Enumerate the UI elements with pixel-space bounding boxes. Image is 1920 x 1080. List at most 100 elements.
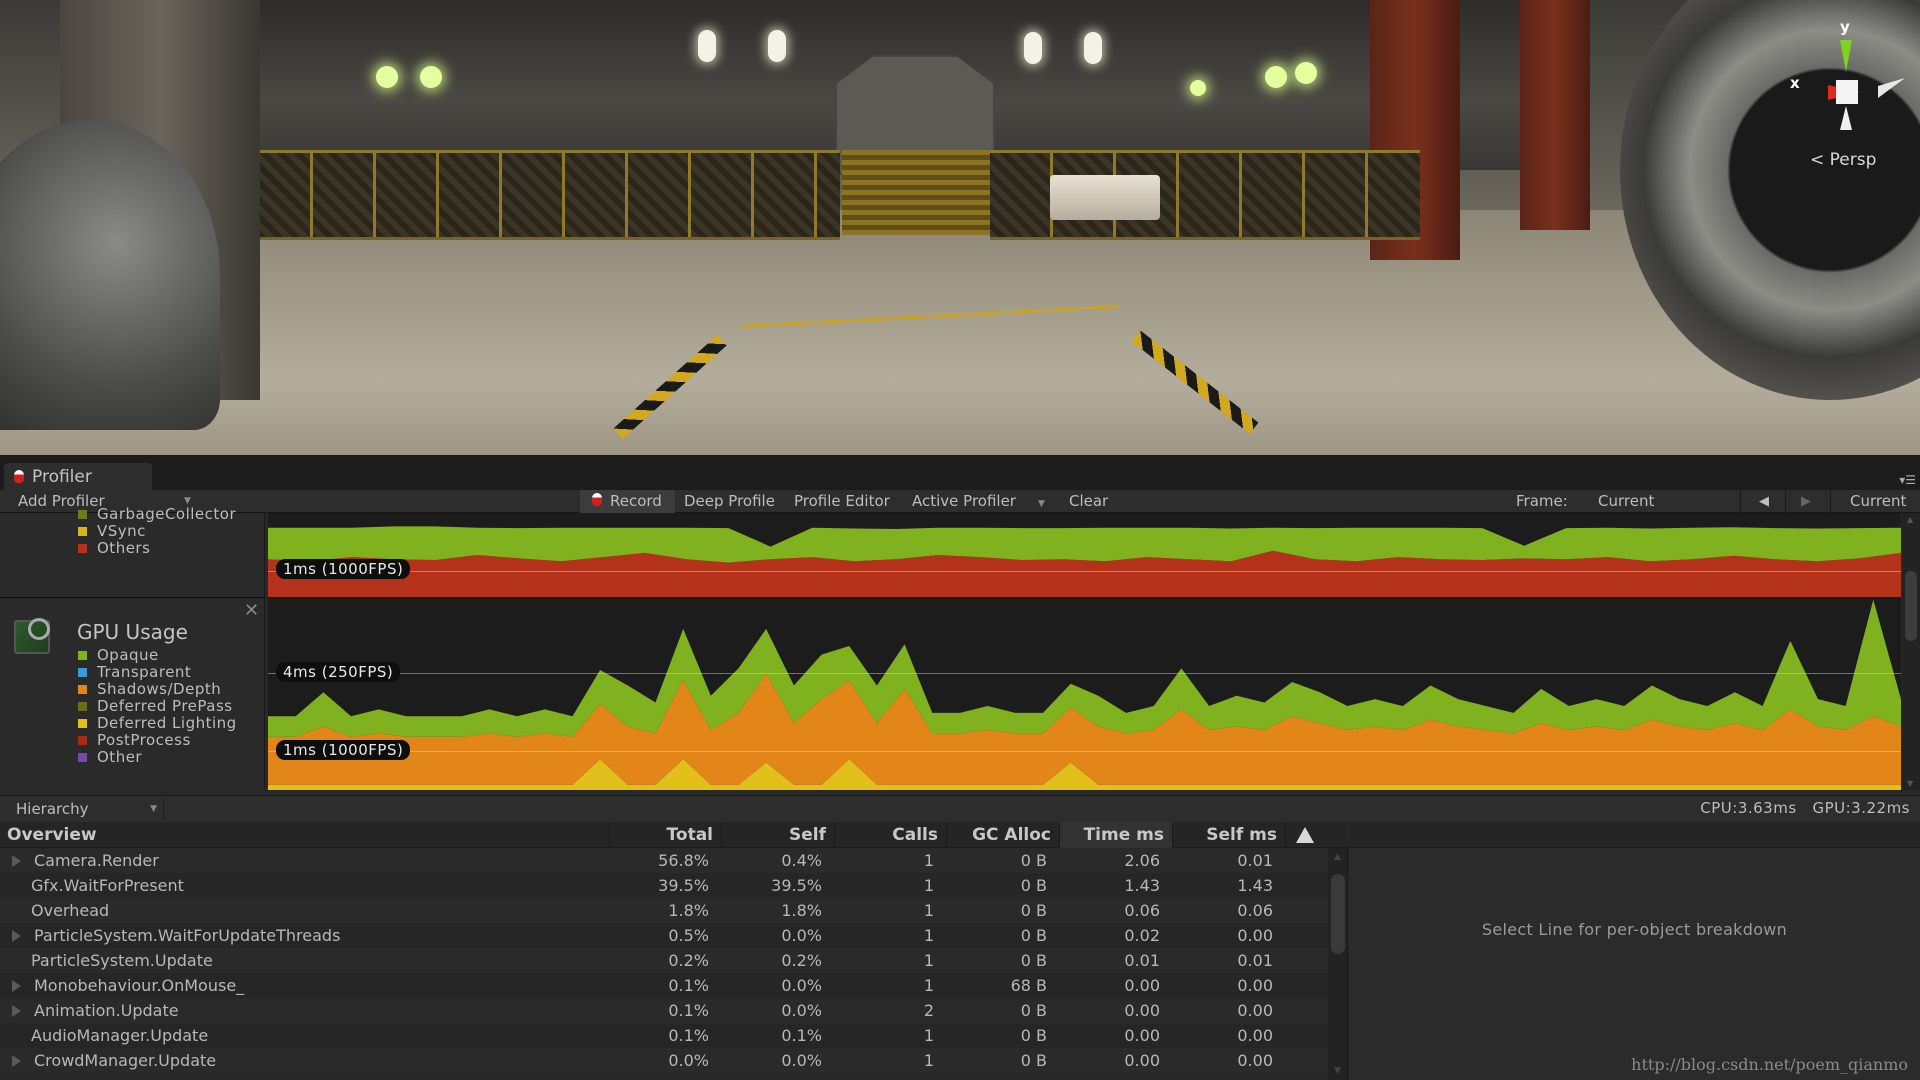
scene-wall-lamp [768, 30, 786, 62]
legend-item[interactable]: Other [78, 748, 142, 766]
cell-calls: 1 [923, 851, 934, 870]
table-row[interactable]: Overhead 1.8% 1.8% 1 0 B 0.06 0.06 [0, 898, 1328, 923]
light-gizmo-icon[interactable] [1265, 66, 1287, 88]
column-header-calls[interactable]: Calls [835, 822, 947, 848]
cpu-usage-legend[interactable]: GarbageCollector VSync Others [0, 505, 265, 597]
legend-item[interactable]: Transparent [78, 663, 191, 681]
scroll-up-icon[interactable]: ▲ [1334, 852, 1341, 862]
scroll-up-icon[interactable]: ▲ [1907, 515, 1913, 524]
sort-direction-icon[interactable] [1296, 827, 1314, 843]
legend-label: Deferred Lighting [97, 714, 237, 732]
cell-self-ms: 0.00 [1237, 1001, 1273, 1020]
column-header-self-ms[interactable]: Self ms [1173, 822, 1286, 848]
legend-swatch [78, 509, 87, 519]
scrollbar-thumb[interactable] [1905, 571, 1917, 641]
cell-gc-alloc: 0 B [1020, 1051, 1047, 1070]
panel-menu-icon[interactable]: ▾☰ [1899, 473, 1916, 487]
table-row[interactable]: ParticleSystem.WaitForUpdateThreads 0.5% 0… [0, 923, 1328, 948]
cell-time-ms: 0.02 [1124, 926, 1160, 945]
cell-self-ms: 0.06 [1237, 901, 1273, 920]
row-name: CrowdManager.Update [34, 1051, 217, 1070]
expand-arrow-icon[interactable] [12, 1005, 21, 1017]
view-mode-dropdown[interactable]: Hierarchy ▼ [6, 798, 164, 821]
light-gizmo-icon[interactable] [1295, 62, 1317, 84]
gizmo-center-cube [1836, 80, 1858, 104]
active-profiler-dropdown[interactable]: Active Profiler ▼ [908, 490, 1049, 513]
light-gizmo-icon[interactable] [376, 66, 398, 88]
legend-swatch [78, 543, 87, 553]
cell-calls: 1 [923, 976, 934, 995]
column-header-total[interactable]: Total [610, 822, 722, 848]
column-header-overview[interactable]: Overview [0, 822, 610, 848]
projection-label: Persp [1829, 150, 1877, 170]
scene-red-pillar [1520, 0, 1590, 230]
profiler-toolbar: Add Profiler ▼ Record Deep Profile Profi… [0, 490, 1920, 513]
scrollbar-thumb[interactable] [1331, 874, 1345, 954]
arrow-right-icon: ▶ [1801, 494, 1811, 509]
table-row[interactable]: ParticleSystem.Update 0.2% 0.2% 1 0 B 0.01 0.0… [0, 948, 1328, 973]
legend-item[interactable]: Shadows/Depth [78, 680, 221, 698]
legend-item[interactable]: Deferred Lighting [78, 714, 237, 732]
table-row[interactable]: Camera.Render 56.8% 0.4% 1 0 B 2.06 0.01 [0, 848, 1328, 873]
cell-self-ms: 0.01 [1237, 951, 1273, 970]
legend-item[interactable]: Deferred PrePass [78, 697, 233, 715]
column-header-time-ms[interactable]: Time ms [1060, 822, 1173, 848]
table-row[interactable]: Gfx.WaitForPresent 39.5% 39.5% 1 0 B 1.43 1.43 [0, 873, 1328, 898]
toolbar-divider [1785, 490, 1786, 513]
legend-item[interactable]: GarbageCollector [78, 505, 236, 523]
tab-profiler[interactable]: Profiler [4, 463, 152, 490]
column-header-gc-alloc[interactable]: GC Alloc [947, 822, 1060, 848]
axis-gizmo-icon[interactable] [1790, 10, 1910, 150]
legend-label: Deferred PrePass [97, 697, 233, 715]
current-frame-button[interactable]: Current [1846, 490, 1910, 513]
scene-stairs [842, 150, 990, 235]
deep-profile-toggle[interactable]: Deep Profile [680, 490, 779, 513]
projection-toggle[interactable]: < Persp [1810, 150, 1876, 170]
view-mode-label: Hierarchy [16, 800, 89, 818]
light-gizmo-icon[interactable] [420, 66, 442, 88]
column-header-self[interactable]: Self [722, 822, 835, 848]
scene-wall-lamp [1084, 32, 1102, 64]
cell-calls: 1 [923, 1051, 934, 1070]
legend-item[interactable]: VSync [78, 522, 146, 540]
previous-frame-button[interactable]: ◀ [1755, 490, 1773, 513]
light-gizmo-icon[interactable] [1190, 80, 1206, 96]
expand-arrow-icon[interactable] [12, 855, 21, 867]
cpu-usage-chart[interactable]: 1ms (1000FPS) [268, 513, 1901, 597]
legend-item[interactable]: PostProcess [78, 731, 191, 749]
profiler-table-body: Camera.Render 56.8% 0.4% 1 0 B 2.06 0.01 Gfx.Wa… [0, 848, 1328, 1080]
legend-item[interactable]: Opaque [78, 646, 159, 664]
gpu-usage-title: GPU Usage [77, 620, 188, 644]
gpu-usage-legend[interactable]: GPU Usage ✕ Opaque Transparent Shadows/D… [0, 597, 265, 790]
expand-arrow-icon[interactable] [12, 1055, 21, 1067]
next-frame-button[interactable]: ▶ [1797, 490, 1815, 513]
table-scrollbar[interactable]: ▲ ▼ [1328, 848, 1348, 1080]
clear-button[interactable]: Clear [1065, 490, 1112, 513]
scroll-down-icon[interactable]: ▼ [1907, 779, 1913, 788]
legend-item[interactable]: Others [78, 539, 150, 557]
cell-self-ms: 1.43 [1237, 876, 1273, 895]
table-row[interactable]: AudioManager.Update 0.1% 0.1% 1 0 B 0.00 0.00 [0, 1023, 1328, 1048]
table-row[interactable]: Animation.Update 0.1% 0.0% 2 0 B 0.00 0.00 [0, 998, 1328, 1023]
expand-arrow-icon[interactable] [12, 980, 21, 992]
orientation-gizmo[interactable]: y x < Persp [1790, 10, 1910, 170]
profile-editor-toggle[interactable]: Profile Editor [790, 490, 894, 513]
cell-calls: 1 [923, 926, 934, 945]
expand-arrow-icon[interactable] [12, 930, 21, 942]
close-icon[interactable]: ✕ [244, 600, 259, 621]
record-toggle[interactable]: Record [580, 490, 675, 513]
cell-gc-alloc: 0 B [1020, 926, 1047, 945]
scroll-down-icon[interactable]: ▼ [1334, 1066, 1341, 1076]
charts-scrollbar[interactable]: ▲ ▼ [1902, 513, 1920, 790]
gpu-usage-chart[interactable]: 4ms (250FPS) 1ms (1000FPS) [268, 597, 1901, 790]
scene-view[interactable]: y x < Persp [0, 0, 1920, 455]
cell-self-ms: 0.00 [1237, 1026, 1273, 1045]
legend-swatch [78, 684, 87, 694]
cell-time-ms: 1.43 [1124, 876, 1160, 895]
active-profiler-label: Active Profiler [912, 492, 1016, 510]
table-row[interactable]: Monobehaviour.OnMouse_ 0.1% 0.0% 1 68 B 0.00 0… [0, 973, 1328, 998]
table-row[interactable]: CrowdManager.Update 0.0% 0.0% 1 0 B 0.00 0.00 [0, 1048, 1328, 1073]
row-name: Gfx.WaitForPresent [31, 876, 184, 895]
scene-console [1050, 175, 1160, 220]
legend-label: GarbageCollector [97, 505, 237, 523]
